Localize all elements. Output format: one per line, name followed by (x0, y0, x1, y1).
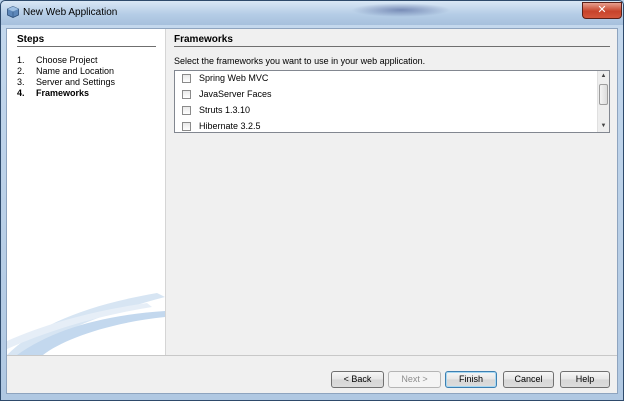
scroll-down-arrow-icon[interactable]: ▼ (598, 121, 609, 132)
content-description: Select the frameworks you want to use in… (174, 56, 426, 66)
step-number: 1. (17, 55, 25, 65)
step-number: 3. (17, 77, 25, 87)
step-label: Server and Settings (36, 77, 116, 87)
step-item-choose-project: 1. Choose Project (17, 55, 115, 66)
framework-item-hibernate[interactable]: Hibernate 3.2.5 (175, 119, 595, 132)
framework-label: Spring Web MVC (199, 73, 269, 83)
step-label: Choose Project (36, 55, 98, 65)
dialog-window: New Web Application ✕ Steps 1. Choose Pro… (0, 0, 624, 401)
step-item-name-location: 2. Name and Location (17, 66, 115, 77)
content-heading: Frameworks (174, 34, 233, 45)
steps-divider (17, 46, 156, 47)
frameworks-scrollbar[interactable]: ▲ ▼ (597, 71, 609, 132)
step-number: 2. (17, 66, 25, 76)
checkbox[interactable] (182, 122, 191, 131)
framework-item-spring-web-mvc[interactable]: Spring Web MVC (175, 71, 595, 87)
step-item-frameworks: 4. Frameworks (17, 88, 115, 99)
cancel-button[interactable]: Cancel (503, 371, 554, 388)
wizard-swoosh-graphic (7, 293, 165, 355)
title-bar[interactable]: New Web Application ✕ (1, 1, 623, 25)
netbeans-cube-icon (7, 6, 19, 18)
step-label: Frameworks (36, 88, 90, 98)
step-number: 4. (17, 88, 25, 98)
window-title: New Web Application (23, 7, 118, 18)
content-divider (174, 46, 610, 47)
checkbox[interactable] (182, 74, 191, 83)
content-panel: Frameworks Select the frameworks you wan… (173, 29, 613, 355)
help-button[interactable]: Help (560, 371, 610, 388)
step-label: Name and Location (36, 66, 115, 76)
scroll-up-arrow-icon[interactable]: ▲ (598, 71, 609, 82)
framework-label: Hibernate 3.2.5 (199, 121, 261, 131)
framework-item-javaserver-faces[interactable]: JavaServer Faces (175, 87, 595, 103)
dialog-client-area: Steps 1. Choose Project 2. Name and Locati… (6, 28, 618, 394)
step-item-server-settings: 3. Server and Settings (17, 77, 115, 88)
next-button[interactable]: Next > (388, 371, 441, 388)
checkbox[interactable] (182, 90, 191, 99)
close-button[interactable]: ✕ (582, 2, 622, 19)
finish-button[interactable]: Finish (445, 371, 497, 388)
steps-list: 1. Choose Project 2. Name and Location 3. S… (17, 55, 115, 99)
button-bar-separator (7, 355, 617, 356)
title-watermark (351, 3, 451, 17)
scroll-thumb[interactable] (599, 84, 608, 105)
steps-panel: Steps 1. Choose Project 2. Name and Locati… (7, 29, 166, 355)
steps-heading: Steps (17, 34, 45, 45)
checkbox[interactable] (182, 106, 191, 115)
framework-label: JavaServer Faces (199, 89, 272, 99)
framework-item-struts[interactable]: Struts 1.3.10 (175, 103, 595, 119)
back-button[interactable]: < Back (331, 371, 384, 388)
framework-label: Struts 1.3.10 (199, 105, 251, 115)
frameworks-list[interactable]: Spring Web MVC JavaServer Faces Struts 1… (174, 70, 610, 133)
